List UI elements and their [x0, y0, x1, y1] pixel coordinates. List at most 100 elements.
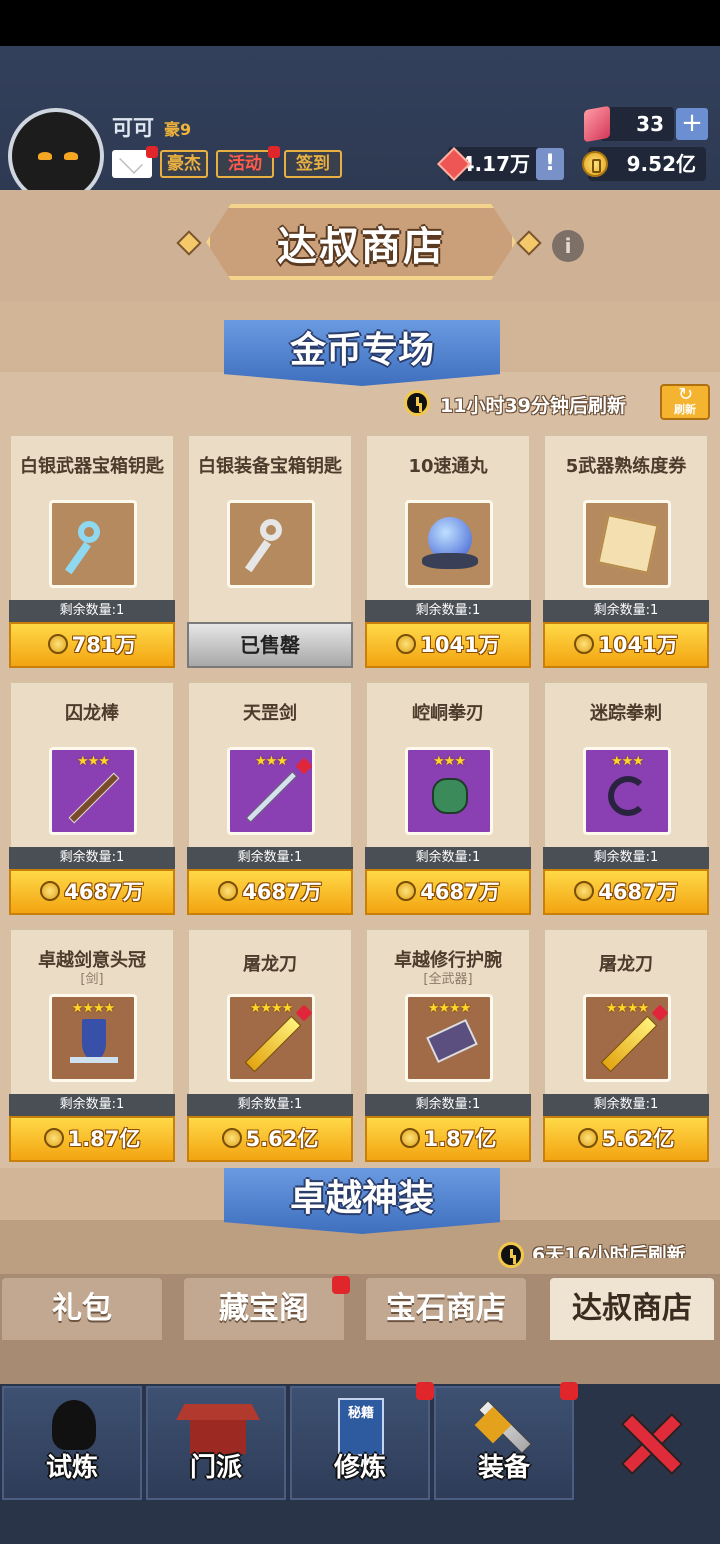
buy-button[interactable]: 4687万 [365, 869, 531, 915]
shop-item-card[interactable]: 囚龙棒 ★★★ 剩余数量:1 4687万 [9, 681, 175, 915]
price-label: 1041万 [598, 633, 678, 657]
price-label: 1041万 [420, 633, 500, 657]
coin-icon [574, 634, 595, 654]
nav-equipment-button[interactable]: 装备 [434, 1386, 574, 1500]
notification-dot [146, 146, 158, 158]
buy-button[interactable]: 781万 [9, 622, 175, 668]
item-subtitle: [全武器] [423, 972, 473, 987]
coin-icon [574, 881, 595, 901]
buy-button[interactable]: 4687万 [187, 869, 353, 915]
buy-button[interactable]: 1041万 [543, 622, 709, 668]
shop-item-card[interactable]: 天罡剑 ★★★ 剩余数量:1 4687万 [187, 681, 353, 915]
item-icon-frame: ★★★★ [583, 994, 671, 1082]
shop-item-card[interactable]: 屠龙刀 ★★★★ 剩余数量:1 5.62亿 [187, 928, 353, 1162]
item-name: 10速通丸 [408, 456, 488, 477]
price-label: 4687万 [64, 880, 144, 904]
sold-out-button: 已售罄 [187, 622, 353, 668]
shop-item-card[interactable]: 白银武器宝箱钥匙 剩余数量:1 781万 [9, 434, 175, 668]
item-icon-frame: ★★★ [227, 747, 315, 835]
shop-item-card[interactable]: 崆峒拳刃 ★★★ 剩余数量:1 4687万 [365, 681, 531, 915]
shop-item-card[interactable]: 卓越修行护腕 [全武器] ★★★★ 剩余数量:1 1.87亿 [365, 928, 531, 1162]
price-label: 4687万 [598, 880, 678, 904]
nav-sect-button[interactable]: 门派 [146, 1386, 286, 1500]
key-icon [78, 521, 100, 543]
buy-button[interactable]: 1041万 [365, 622, 531, 668]
coin-icon [396, 634, 417, 654]
item-icon-frame [405, 500, 493, 588]
nav-cultivate-button[interactable]: 秘籍 修炼 [290, 1386, 430, 1500]
remaining-quantity: 剩余数量:1 [543, 600, 709, 622]
remaining-quantity: 剩余数量:1 [365, 600, 531, 622]
crown-base [70, 1057, 118, 1063]
notification-dot [268, 146, 280, 158]
refresh-button[interactable]: 刷新 [660, 384, 710, 420]
notification-dot [416, 1382, 434, 1400]
event-button[interactable]: 活动 [216, 150, 274, 178]
price-label: 1.87亿 [67, 1127, 141, 1151]
item-subtitle: [剑] [80, 972, 104, 987]
coin-icon [221, 1128, 242, 1148]
refresh-label: 刷新 [674, 403, 696, 416]
add-gems-button[interactable]: + [676, 108, 708, 140]
player-name: 可可 [112, 116, 154, 140]
remaining-quantity: 剩余数量:1 [543, 847, 709, 869]
item-name: 迷踪拳刺 [590, 703, 662, 724]
item-icon-frame: ★★★★ [227, 994, 315, 1082]
remaining-quantity: 剩余数量:1 [187, 1094, 353, 1116]
price-label: 781万 [71, 633, 137, 657]
hero-button[interactable]: 豪杰 [160, 150, 208, 178]
shop-item-card[interactable]: 白银装备宝箱钥匙 已售罄 [187, 434, 353, 668]
remaining-quantity: 剩余数量:1 [9, 1094, 175, 1116]
dragon-blade-icon [244, 1015, 302, 1073]
rarity-stars: ★★★ [77, 754, 110, 769]
close-icon[interactable] [618, 1412, 678, 1472]
coin-icon [399, 1128, 420, 1148]
orb-stand [422, 553, 478, 569]
buy-button[interactable]: 4687万 [543, 869, 709, 915]
item-icon-frame: ★★★★ [49, 994, 137, 1082]
item-name: 崆峒拳刃 [412, 703, 484, 724]
info-icon[interactable]: i [552, 230, 584, 262]
dragon-blade-icon [600, 1015, 658, 1073]
buy-button[interactable]: 5.62亿 [543, 1116, 709, 1162]
item-name: 白银武器宝箱钥匙 [20, 456, 164, 477]
shop-item-card[interactable]: 卓越剑意头冠 [剑] ★★★★ 剩余数量:1 1.87亿 [9, 928, 175, 1162]
price-label: 已售罄 [240, 633, 300, 657]
coin-icon [40, 881, 61, 901]
item-name: 屠龙刀 [599, 954, 653, 975]
coin-icon [396, 881, 417, 901]
item-name: 白银装备宝箱钥匙 [198, 456, 342, 477]
item-icon-frame [49, 500, 137, 588]
item-name: 5武器熟练度券 [565, 456, 687, 477]
status-bar [0, 0, 720, 46]
rarity-stars: ★★★★ [71, 1001, 116, 1016]
tab-uncle-shop[interactable]: 达叔商店 [550, 1278, 714, 1340]
vip-level: 豪9 [164, 120, 192, 139]
tab-treasure[interactable]: 藏宝阁 [184, 1278, 344, 1340]
shop-item-card[interactable]: 迷踪拳刺 ★★★ 剩余数量:1 4687万 [543, 681, 709, 915]
nav-trial-button[interactable]: 试炼 [2, 1386, 142, 1500]
coin-icon [47, 634, 68, 654]
refresh-timer: 11小时39分钟后刷新 [440, 395, 626, 417]
buy-button[interactable]: 4687万 [9, 869, 175, 915]
buy-button[interactable]: 1.87亿 [365, 1116, 531, 1162]
coin-icon [43, 1128, 64, 1148]
shop-item-card[interactable]: 屠龙刀 ★★★★ 剩余数量:1 5.62亿 [543, 928, 709, 1162]
shop-item-card[interactable]: 10速通丸 剩余数量:1 1041万 [365, 434, 531, 668]
sword-icon [245, 771, 298, 823]
tab-gift[interactable]: 礼包 [2, 1278, 162, 1340]
checkin-button[interactable]: 签到 [284, 150, 342, 178]
buy-button[interactable]: 1.87亿 [9, 1116, 175, 1162]
bottom-bar [0, 1500, 720, 1544]
fist-spike-icon [608, 776, 648, 816]
shop-item-card[interactable]: 5武器熟练度券 剩余数量:1 1041万 [543, 434, 709, 668]
fist-blade-icon [432, 778, 468, 814]
section-title-elite: 卓越神装 [224, 1168, 500, 1234]
honor-info-button[interactable]: ! [536, 148, 564, 180]
item-icon-frame [227, 500, 315, 588]
remaining-quantity: 剩余数量:1 [187, 847, 353, 869]
clock-icon [498, 1242, 524, 1268]
temple-roof-icon [176, 1404, 260, 1420]
tab-gem-shop[interactable]: 宝石商店 [366, 1278, 526, 1340]
buy-button[interactable]: 5.62亿 [187, 1116, 353, 1162]
